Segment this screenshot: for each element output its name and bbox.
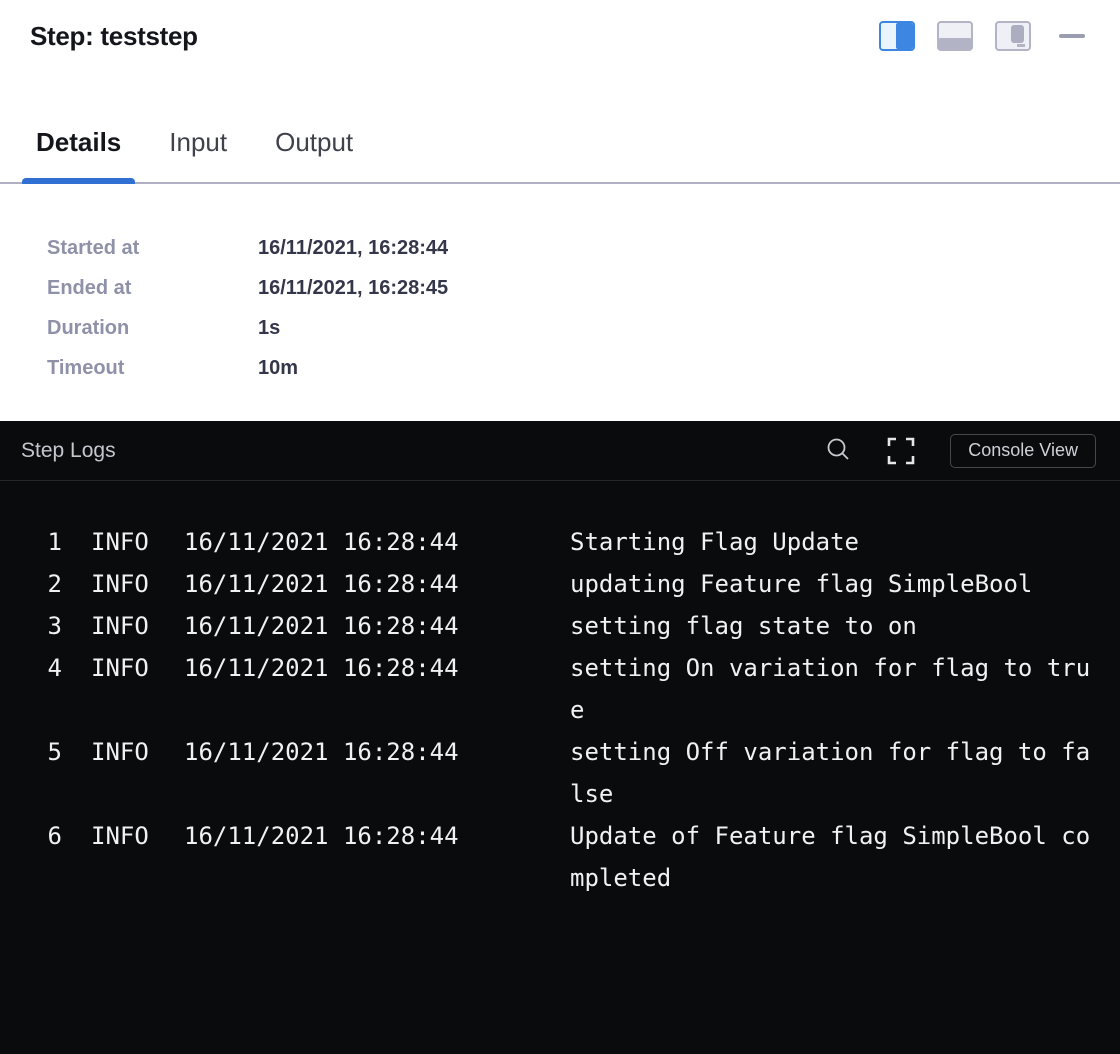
detail-label: Started at [47,228,258,268]
log-message: setting On variation for flag to true [570,647,1096,731]
log-timestamp: 16/11/2021 16:28:44 [184,647,460,689]
layout-controls [879,21,1085,51]
tab-output[interactable]: Output [261,72,367,182]
log-expand-button[interactable] [886,436,916,466]
log-row: 3 INFO 16/11/2021 16:28:44 setting flag … [24,605,1096,647]
log-row: 4 INFO 16/11/2021 16:28:44 setting On va… [24,647,1096,731]
log-level: INFO [91,731,149,773]
log-row: 1 INFO 16/11/2021 16:28:44 Starting Flag… [24,521,1096,563]
log-line-number: 3 [24,605,62,647]
tabbar: Details Input Output [0,72,1120,184]
detail-value: 1s [258,308,280,348]
log-timestamp: 16/11/2021 16:28:44 [184,521,460,563]
details-section: Started at 16/11/2021, 16:28:44 Ended at… [0,184,1120,421]
console-view-button[interactable]: Console View [950,434,1096,468]
minimize-icon [1059,34,1085,38]
step-logs-actions: Console View [825,434,1096,468]
floating-panel-view-icon [995,21,1031,51]
log-level: INFO [91,521,149,563]
page-title: Step: teststep [30,21,198,52]
log-level: INFO [91,647,149,689]
log-message: setting Off variation for flag to false [570,731,1096,815]
log-line-number: 5 [24,731,62,773]
step-logs-header: Step Logs [0,421,1120,481]
log-line-number: 6 [24,815,62,857]
detail-row: Timeout 10m [47,348,1120,388]
log-row: 5 INFO 16/11/2021 16:28:44 setting Off v… [24,731,1096,815]
log-message: updating Feature flag SimpleBool [570,563,1096,605]
detail-value: 16/11/2021, 16:28:45 [258,268,448,308]
detail-label: Ended at [47,268,258,308]
split-right-view-icon [879,21,915,51]
split-right-view-button[interactable] [879,21,915,51]
log-message: Starting Flag Update [570,521,1096,563]
expand-fullscreen-icon [886,436,916,466]
bottom-panel-view-icon [937,21,973,51]
minimize-button[interactable] [1059,28,1085,44]
detail-row: Duration 1s [47,308,1120,348]
log-row: 6 INFO 16/11/2021 16:28:44 Update of Fea… [24,815,1096,899]
detail-value: 16/11/2021, 16:28:44 [258,228,448,268]
log-timestamp: 16/11/2021 16:28:44 [184,815,460,857]
detail-row: Started at 16/11/2021, 16:28:44 [47,228,1120,268]
log-message: setting flag state to on [570,605,1096,647]
log-timestamp: 16/11/2021 16:28:44 [184,563,460,605]
detail-label: Timeout [47,348,258,388]
bottom-panel-view-button[interactable] [937,21,973,51]
log-level: INFO [91,605,149,647]
header: Step: teststep [0,0,1120,72]
log-row: 2 INFO 16/11/2021 16:28:44 updating Feat… [24,563,1096,605]
detail-value: 10m [258,348,298,388]
log-line-number: 2 [24,563,62,605]
search-icon [825,437,852,464]
log-search-button[interactable] [825,437,852,464]
tab-details[interactable]: Details [22,72,135,182]
log-line-number: 4 [24,647,62,689]
log-level: INFO [91,563,149,605]
tab-input[interactable]: Input [155,72,241,182]
detail-label: Duration [47,308,258,348]
floating-panel-view-button[interactable] [995,21,1031,51]
detail-row: Ended at 16/11/2021, 16:28:45 [47,268,1120,308]
log-timestamp: 16/11/2021 16:28:44 [184,605,460,647]
log-viewport[interactable]: 1 INFO 16/11/2021 16:28:44 Starting Flag… [0,481,1120,899]
log-message: Update of Feature flag SimpleBool comple… [570,815,1096,899]
log-timestamp: 16/11/2021 16:28:44 [184,731,460,773]
step-logs-title: Step Logs [21,439,825,463]
step-logs-panel: Step Logs [0,421,1120,1054]
log-level: INFO [91,815,149,857]
log-line-number: 1 [24,521,62,563]
